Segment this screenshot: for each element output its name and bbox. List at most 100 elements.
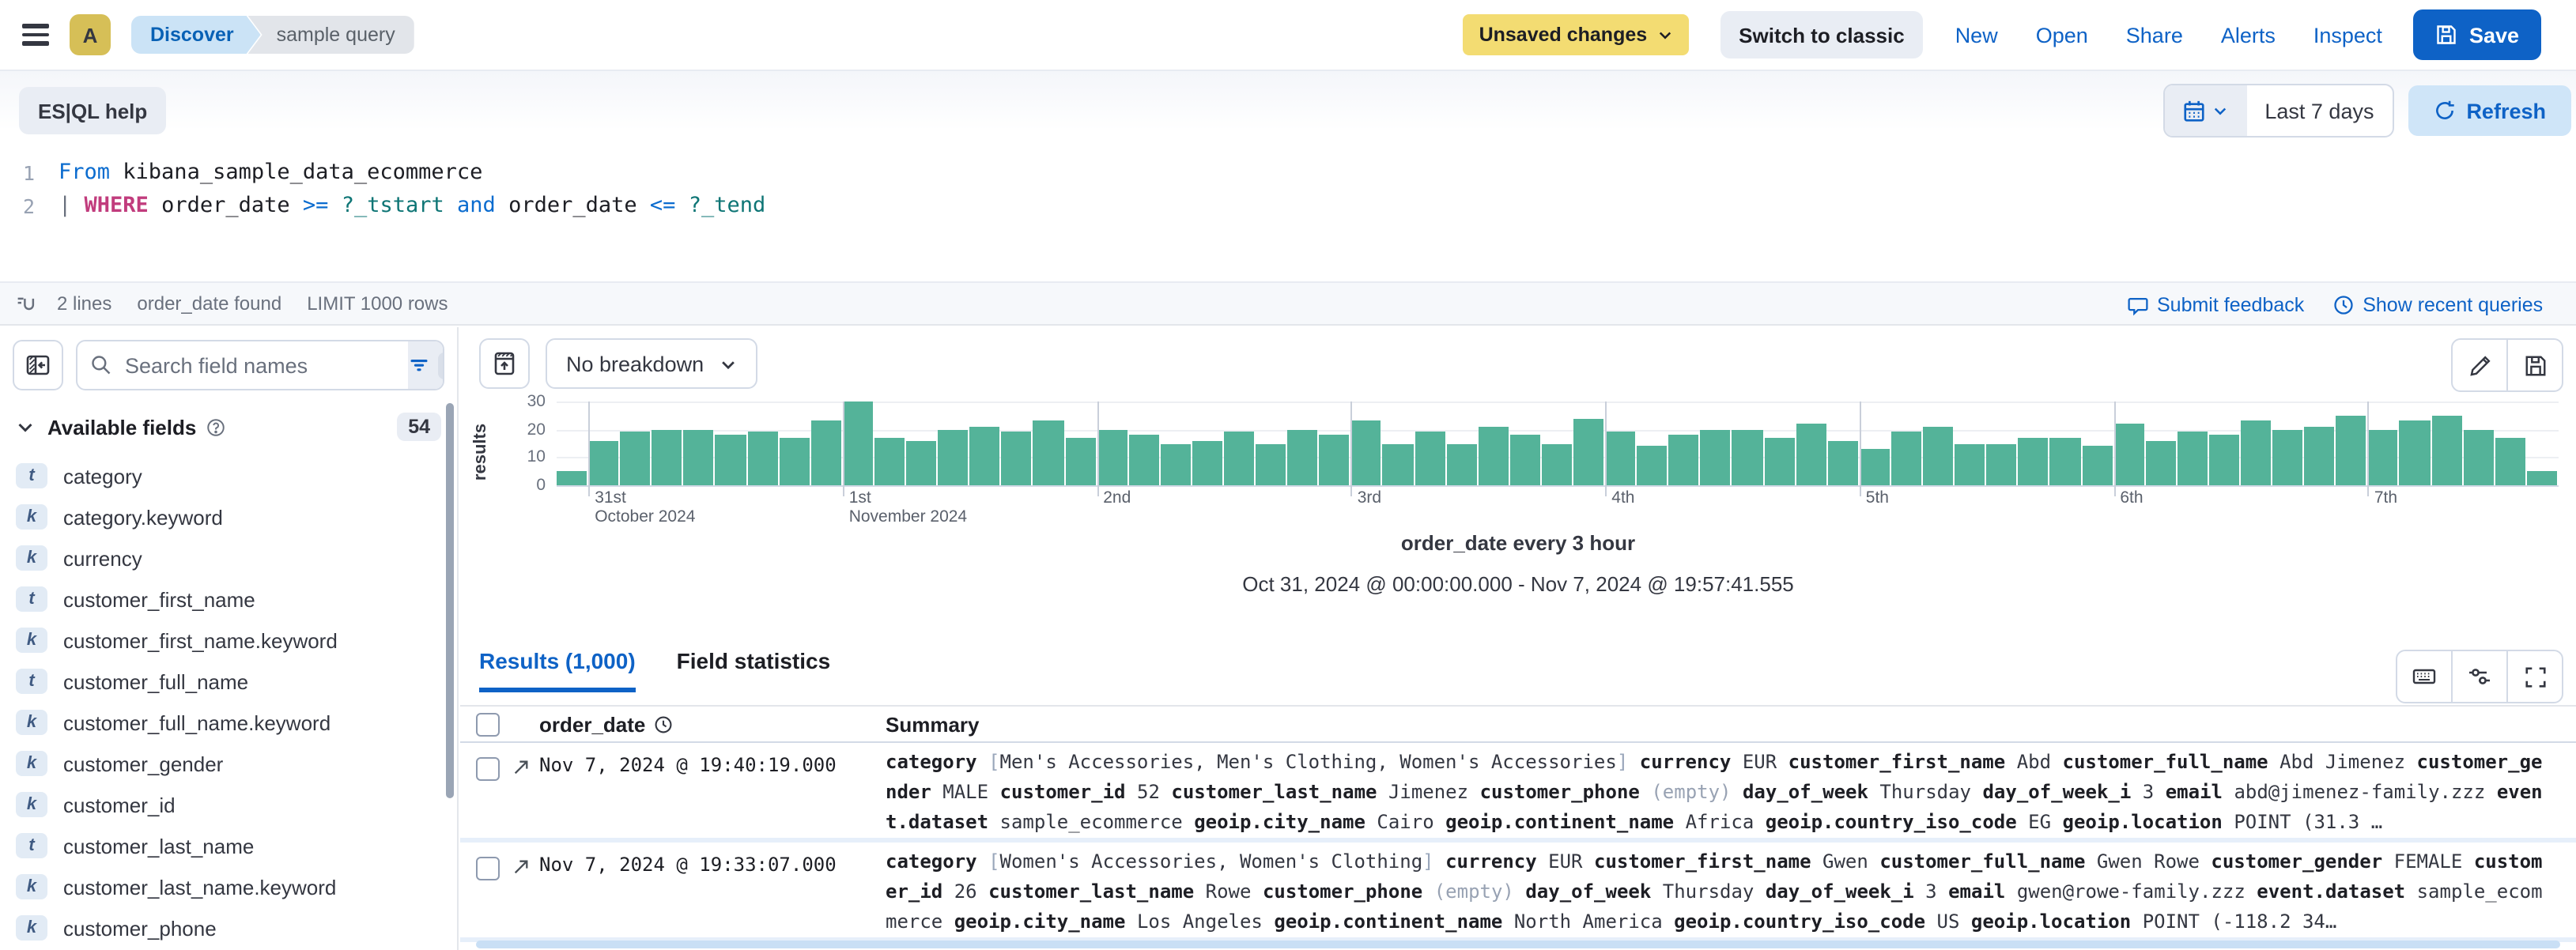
field-item-customer_full_name[interactable]: tcustomer_full_name — [0, 661, 457, 702]
histogram-bar — [1828, 440, 1858, 485]
date-picker-quick-menu[interactable] — [2164, 85, 2246, 136]
editor-status-item: LIMIT 1000 rows — [307, 292, 448, 315]
field-item-customer_first_name.keyword[interactable]: kcustomer_first_name.keyword — [0, 620, 457, 661]
x-axis-tick: 1stNovember 2024 — [843, 488, 967, 526]
histogram-bar — [2368, 429, 2398, 485]
histogram-plot[interactable] — [557, 401, 2559, 487]
histogram-bar — [811, 421, 841, 485]
histogram-bar — [2209, 435, 2239, 485]
display-options-button[interactable] — [2451, 651, 2506, 702]
edit-visualization-button[interactable] — [2453, 340, 2506, 390]
expand-icon — [511, 757, 531, 778]
tab-results[interactable]: Results (1,000) — [479, 648, 636, 692]
show-recent-queries-label: Show recent queries — [2363, 294, 2543, 316]
histogram-bar — [1510, 435, 1540, 485]
histogram-bar — [1161, 443, 1191, 485]
editor-footer: 2 linesorder_date foundLIMIT 1000 rows S… — [0, 281, 2576, 326]
field-name: customer_phone — [63, 916, 217, 940]
sidebar-scrollbar[interactable] — [446, 403, 454, 798]
field-item-customer_phone[interactable]: k customer_phone — [0, 907, 457, 948]
esql-help-button[interactable]: ES|QL help — [19, 87, 166, 134]
field-filter-button[interactable]: 0 — [408, 341, 444, 389]
field-name: customer_last_name.keyword — [63, 875, 336, 899]
show-recent-queries-link[interactable]: Show recent queries — [2332, 294, 2543, 316]
refresh-button[interactable]: Refresh — [2408, 85, 2571, 136]
field-item-currency[interactable]: kcurrency — [0, 537, 457, 579]
field-item-customer_first_name[interactable]: tcustomer_first_name — [0, 579, 457, 620]
nav-link-alerts[interactable]: Alerts — [2221, 23, 2276, 47]
chevron-down-icon — [1656, 27, 1672, 43]
field-item-customer_last_name.keyword[interactable]: kcustomer_last_name.keyword — [0, 866, 457, 907]
menu-icon[interactable] — [22, 25, 49, 45]
column-header-summary[interactable]: Summary — [886, 713, 980, 737]
hide-chart-icon — [492, 351, 517, 376]
histogram-bar — [1701, 429, 1731, 485]
field-item-customer_gender[interactable]: kcustomer_gender — [0, 743, 457, 784]
submit-feedback-label: Submit feedback — [2157, 294, 2304, 316]
fullscreen-button[interactable] — [2506, 651, 2562, 702]
expand-row-button[interactable] — [511, 857, 531, 877]
expand-row-button[interactable] — [511, 757, 531, 778]
collapse-sidebar-button[interactable] — [13, 340, 63, 390]
search-field-names-input[interactable] — [122, 352, 408, 379]
field-type-badge: k — [16, 792, 47, 817]
nav-link-new[interactable]: New — [1955, 23, 1998, 47]
grid-horizontal-scrollbar[interactable] — [476, 941, 2560, 948]
breadcrumb-sample-query[interactable]: sample query — [248, 16, 414, 54]
field-type-badge: k — [16, 710, 47, 735]
nav-link-share[interactable]: Share — [2126, 23, 2183, 47]
help-circle-icon[interactable] — [206, 417, 226, 437]
row-summary: category [Men's Accessories, Men's Cloth… — [886, 748, 2544, 838]
histogram-bar — [2178, 432, 2208, 485]
field-search-input-wrap — [77, 341, 408, 389]
x-axis-tick: 31stOctober 2024 — [588, 488, 695, 526]
column-header-order-date[interactable]: order_date — [539, 713, 674, 737]
row-checkbox[interactable] — [476, 857, 500, 880]
row-checkbox[interactable] — [476, 757, 500, 781]
save-button[interactable]: Save — [2414, 9, 2541, 60]
clock-history-icon — [2332, 294, 2355, 316]
sidebar-controls: 0 — [13, 340, 444, 390]
histogram-bar — [1637, 447, 1667, 485]
breakdown-selector[interactable]: No breakdown — [546, 338, 757, 389]
switch-to-classic-button[interactable]: Switch to classic — [1720, 11, 1924, 58]
field-item-customer_full_name.keyword[interactable]: kcustomer_full_name.keyword — [0, 702, 457, 743]
hide-chart-button[interactable] — [479, 338, 530, 389]
x-axis-tick: 5th — [1860, 488, 1889, 507]
field-search: 0 — [76, 340, 444, 390]
fullscreen-icon — [2523, 665, 2547, 688]
field-item-category.keyword[interactable]: kcategory.keyword — [0, 496, 457, 537]
field-name: currency — [63, 546, 142, 570]
editor-feedback-icon — [16, 292, 38, 315]
field-item-customer_last_name[interactable]: tcustomer_last_name — [0, 825, 457, 866]
editor-line[interactable]: 1From kibana_sample_data_ecommerce — [0, 156, 2576, 190]
breadcrumb-discover[interactable]: Discover — [131, 16, 261, 54]
submit-feedback-link[interactable]: Submit feedback — [2127, 294, 2304, 316]
chart-action-buttons — [2451, 338, 2563, 392]
histogram-bar — [1955, 443, 1985, 485]
field-item-customer_id[interactable]: kcustomer_id — [0, 784, 457, 825]
histogram-bar — [1224, 432, 1254, 485]
editor-line[interactable]: 2| WHERE order_date >= ?_tstart and orde… — [0, 190, 2576, 223]
esql-editor[interactable]: 1From kibana_sample_data_ecommerce2| WHE… — [0, 150, 2576, 281]
keyboard-shortcuts-button[interactable] — [2397, 651, 2451, 702]
time-range-value[interactable]: Last 7 days — [2246, 85, 2392, 136]
histogram-bar — [2400, 421, 2430, 485]
select-all-checkbox[interactable] — [476, 713, 500, 737]
field-item-category[interactable]: tcategory — [0, 455, 457, 496]
field-name: customer_gender — [63, 752, 223, 775]
available-fields-count: 54 — [397, 413, 441, 441]
avatar[interactable]: A — [70, 14, 111, 55]
nav-link-inspect[interactable]: Inspect — [2313, 23, 2382, 47]
field-type-badge: k — [16, 915, 47, 941]
x-axis-tick: 4th — [1605, 488, 1634, 507]
tab-field-statistics[interactable]: Field statistics — [677, 648, 831, 692]
available-fields-header[interactable]: Available fields 54 — [16, 413, 441, 441]
histogram-bar — [1732, 429, 1762, 485]
nav-link-open[interactable]: Open — [2036, 23, 2088, 47]
save-visualization-button[interactable] — [2506, 340, 2562, 390]
y-axis-tick: 30 — [482, 392, 546, 411]
row-date: Nov 7, 2024 @ 19:40:19.000 — [539, 754, 837, 776]
unsaved-changes-badge[interactable]: Unsaved changes — [1464, 14, 1689, 55]
histogram-bar — [620, 432, 650, 485]
